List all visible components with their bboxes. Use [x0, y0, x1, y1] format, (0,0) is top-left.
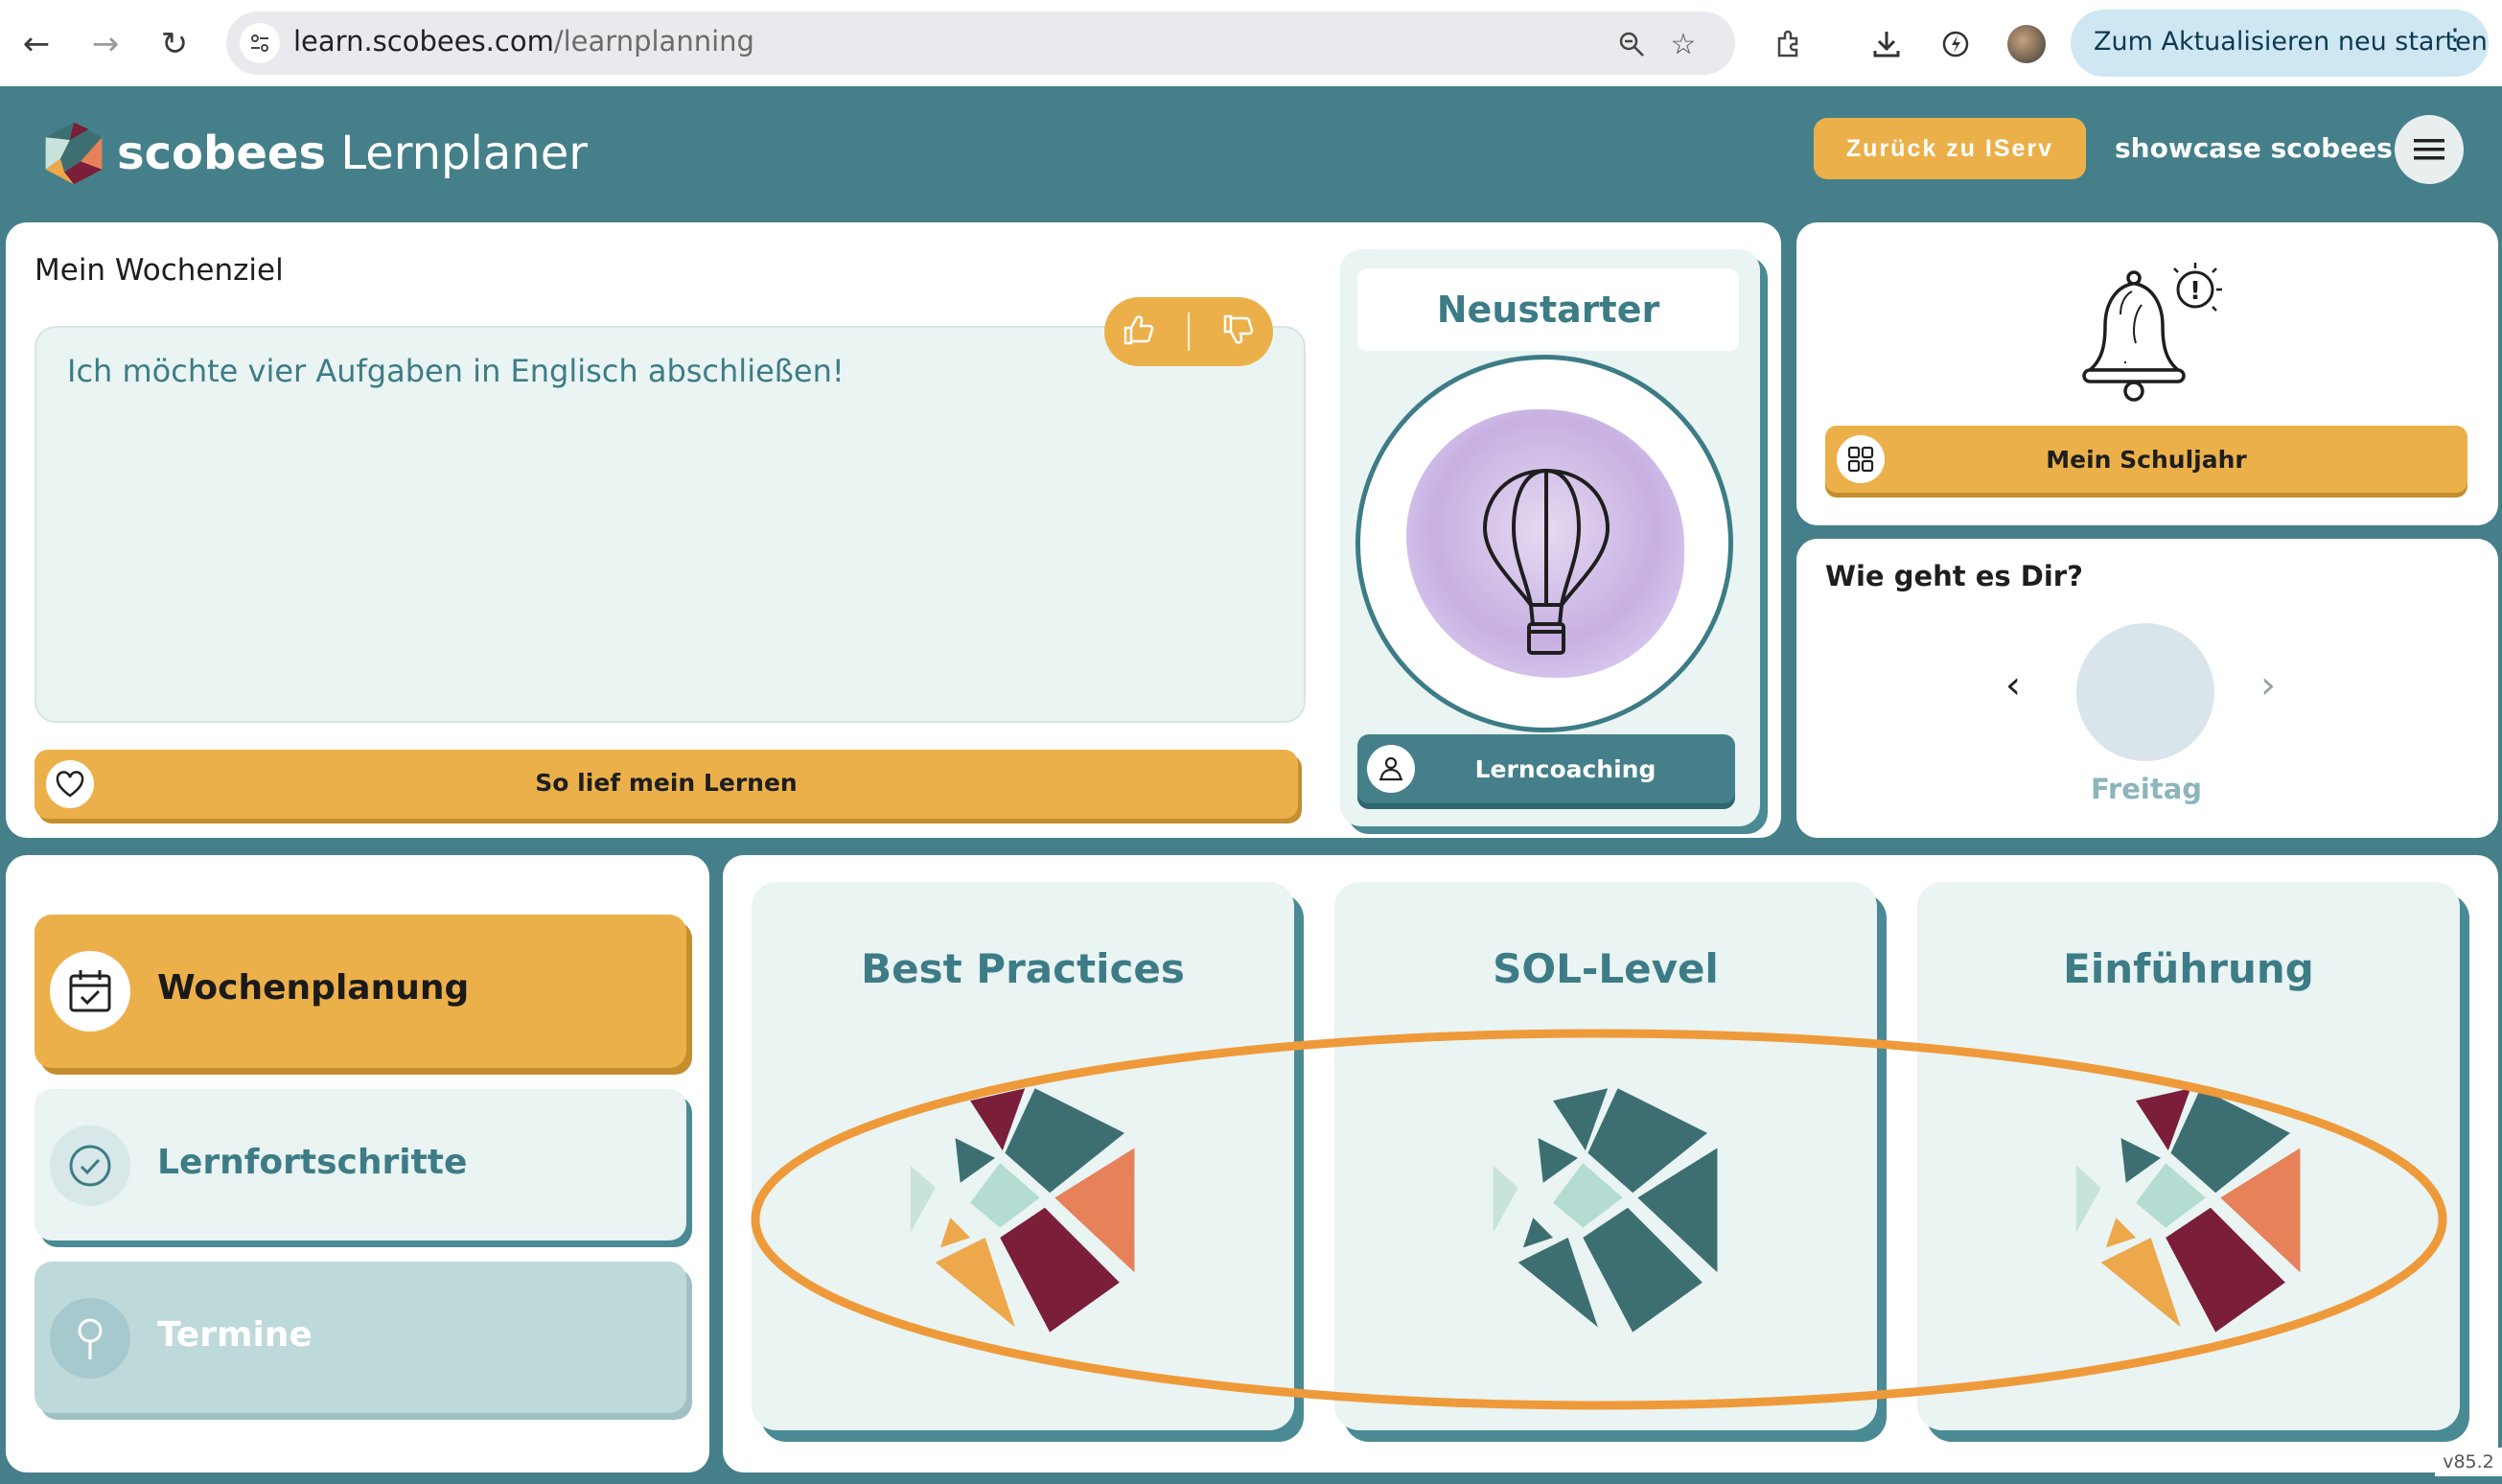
- nav-appointments-label: Termine: [157, 1315, 313, 1355]
- pin-icon: [50, 1298, 130, 1379]
- reload-icon[interactable]: ↻: [150, 19, 199, 69]
- chevron-left-icon[interactable]: ‹: [2005, 663, 2021, 707]
- zoom-icon[interactable]: [1612, 25, 1651, 63]
- nav-learning-progress-label: Lernfortschritte: [157, 1143, 468, 1182]
- my-school-year-label: Mein Schuljahr: [2046, 446, 2247, 474]
- download-icon[interactable]: [1862, 19, 1911, 69]
- hamburger-menu-icon[interactable]: [2395, 115, 2464, 184]
- neustarter-card: Neustarter Lerncoaching: [1340, 249, 1760, 826]
- forward-arrow-icon[interactable]: →: [81, 19, 130, 69]
- address-bar[interactable]: learn.scobees.com/learnplanning ☆: [226, 12, 1735, 75]
- scobees-logo-icon: [45, 122, 103, 185]
- nav-weekly-planning-label: Wochenplanung: [157, 968, 470, 1008]
- svg-text:!: !: [2189, 277, 2201, 306]
- user-name[interactable]: showcase scobees: [2115, 132, 2393, 164]
- tile-sol-level-title: SOL-Level: [1493, 945, 1719, 992]
- highlight-ellipse-annotation: [751, 1029, 2447, 1410]
- learning-coaching-label: Lerncoaching: [1474, 755, 1656, 783]
- hot-air-balloon-icon: [1482, 468, 1610, 655]
- thumbs-divider: [1187, 313, 1190, 351]
- weekly-goal-textbox[interactable]: Ich möchte vier Aufgaben in Englisch abs…: [35, 326, 1306, 723]
- update-restart-button[interactable]: Zum Aktualisieren neu starten ⋮: [2071, 10, 2489, 77]
- site-settings-icon[interactable]: [240, 23, 280, 63]
- learning-review-label: So lief mein Lernen: [535, 769, 798, 797]
- back-arrow-icon[interactable]: ←: [12, 19, 61, 69]
- feedback-thumbs: [1104, 297, 1273, 366]
- check-circle-icon: [50, 1125, 130, 1206]
- url-domain: learn.scobees.com: [293, 25, 554, 58]
- school-year-card: ! Mein Schuljahr: [1796, 222, 2498, 525]
- extensions-icon[interactable]: [1764, 19, 1814, 69]
- weekly-goal-title: Mein Wochenziel: [35, 253, 284, 288]
- weekly-goal-text: Ich möchte vier Aufgaben in Englisch abs…: [67, 353, 845, 389]
- learning-coaching-button[interactable]: Lerncoaching: [1357, 734, 1735, 803]
- url-text[interactable]: learn.scobees.com/learnplanning: [293, 25, 754, 58]
- mood-indicator[interactable]: [2076, 623, 2214, 761]
- thumbs-down-icon[interactable]: [1219, 311, 1258, 353]
- nav-weekly-planning[interactable]: Wochenplanung: [35, 915, 686, 1068]
- navigation-card: Wochenplanung Lernfortschritte Termine: [6, 855, 709, 1472]
- browser-toolbar: ← → ↻ learn.scobees.com/learnplanning ☆ …: [0, 0, 2502, 86]
- mood-title: Wie geht es Dir?: [1825, 560, 2083, 592]
- chevron-right-icon[interactable]: ›: [2260, 663, 2276, 707]
- bookmark-star-icon[interactable]: ☆: [1664, 25, 1703, 63]
- bell-alert-icon: !: [2082, 263, 2222, 402]
- profile-avatar-icon[interactable]: [2002, 19, 2051, 69]
- mood-day: Freitag: [2090, 773, 2203, 805]
- url-path: /learnplanning: [553, 25, 754, 58]
- my-school-year-button[interactable]: Mein Schuljahr: [1825, 426, 2467, 493]
- calendar-check-icon: [50, 951, 130, 1032]
- nav-learning-progress[interactable]: Lernfortschritte: [35, 1089, 686, 1241]
- brand-name: scobees Lernplaner: [117, 127, 588, 180]
- performance-icon[interactable]: [1931, 19, 1981, 69]
- brand-logo[interactable]: scobees Lernplaner: [40, 117, 588, 190]
- version-label: v85.2: [2435, 1448, 2502, 1476]
- thumbs-up-icon[interactable]: [1120, 311, 1158, 353]
- learning-review-button[interactable]: So lief mein Lernen: [35, 750, 1298, 819]
- neustarter-badge: [1355, 355, 1733, 732]
- back-to-iserv-button[interactable]: Zurück zu IServ: [1814, 118, 2086, 179]
- app-header: scobees Lernplaner Zurück zu IServ showc…: [0, 88, 2502, 211]
- mood-card: Wie geht es Dir? ‹ › Freitag: [1796, 539, 2498, 838]
- more-options-icon[interactable]: ⋮: [2441, 23, 2469, 57]
- neustarter-title: Neustarter: [1357, 268, 1739, 351]
- update-restart-label: Zum Aktualisieren neu starten: [2094, 27, 2488, 57]
- tile-best-practices-title: Best Practices: [861, 945, 1185, 992]
- tile-introduction-title: Einführung: [2063, 945, 2314, 992]
- nav-appointments[interactable]: Termine: [35, 1262, 686, 1413]
